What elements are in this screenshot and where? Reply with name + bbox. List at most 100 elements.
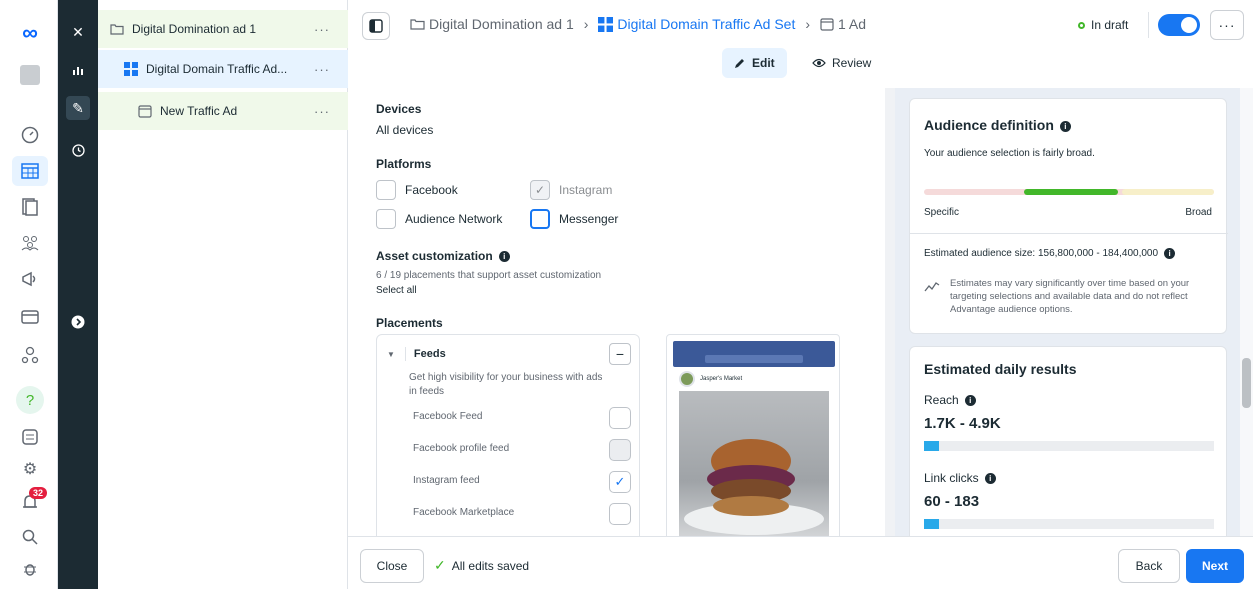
select-all-link[interactable]: Select all [376,285,417,296]
scrollbar[interactable] [1240,88,1253,536]
preview-avatar [679,371,695,387]
tree-item-campaign[interactable]: Digital Domination ad 1 ··· [98,10,348,48]
search-icon[interactable] [19,526,41,548]
placements-heading: Placements [376,316,443,330]
checkbox[interactable]: ✓ [530,180,550,200]
estimated-audience-size-text: Estimated audience size: 156,800,000 - 1… [924,248,1159,260]
history-clock-icon[interactable] [66,138,90,162]
deselect-group-button[interactable]: − [609,343,631,365]
checkbox[interactable] [376,180,396,200]
placement-checkbox[interactable] [609,503,631,525]
link-clicks-label: Link clicks [924,471,979,485]
dashboard-gauge-icon[interactable] [19,124,41,146]
info-icon[interactable]: i [1164,248,1176,259]
estimated-daily-results-card: Estimated daily results Reach i 1.7K - 4.… [909,346,1227,536]
info-icon[interactable]: i [964,395,976,407]
folder-icon [110,23,124,35]
campaign-megaphone-icon[interactable] [19,268,41,290]
close-icon[interactable]: ✕ [66,20,90,44]
ads-manager-table-icon[interactable] [12,156,48,186]
platform-messenger[interactable]: Messenger [530,209,618,229]
tab-edit[interactable]: Edit [722,48,787,78]
next-button[interactable]: Next [1186,549,1244,583]
tab-review[interactable]: Review [804,48,879,78]
expand-chevron-icon[interactable] [66,310,90,334]
ad-frame-icon [138,104,152,118]
help-question-icon[interactable]: ? [16,386,44,414]
settings-gear-icon[interactable]: ⚙ [19,458,41,480]
campaign-tree: Digital Domination ad 1 ··· Digital Doma… [98,0,348,589]
placement-checkbox[interactable] [609,439,631,461]
billing-card-icon[interactable] [19,306,41,328]
placement-checkbox[interactable] [609,407,631,429]
toggle-panel-button[interactable] [362,12,390,40]
breadcrumb-adset[interactable]: Digital Domain Traffic Ad Set [617,16,795,32]
ad-preview[interactable]: Jasper's Market [666,334,840,536]
back-button[interactable]: Back [1118,549,1180,583]
reporting-chart-icon[interactable] [66,58,90,82]
more-options-icon[interactable]: ··· [314,62,330,77]
reach-label: Reach [924,393,959,407]
placement-label: Facebook profile feed [413,443,510,454]
global-nav-rail: ∞ ? ⚙ 32 [0,0,58,589]
tree-item-label: Digital Domain Traffic Ad... [146,62,288,76]
preview-image [679,391,829,536]
tree-item-label: New Traffic Ad [160,104,238,118]
tab-edit-label: Edit [752,56,775,70]
breadcrumb-ad[interactable]: 1 Ad [838,16,866,32]
more-options-button[interactable]: ··· [1210,10,1244,40]
edit-pencil-icon[interactable]: ✎ [66,96,90,120]
pages-icon[interactable] [19,196,41,218]
platform-facebook[interactable]: Facebook [376,180,458,200]
placement-label: Instagram feed [413,475,480,486]
ad-frame-icon [820,17,834,31]
feeds-label: Feeds [413,348,446,360]
account-avatar[interactable] [19,64,41,86]
edit-pencil-icon [734,57,746,69]
breadcrumb: Digital Domination ad 1 › Digital Domain… [410,16,866,32]
link-clicks-progress-fill [924,519,939,529]
save-status-label: All edits saved [451,558,530,573]
feeds-header[interactable]: ▼ Feeds [387,347,446,361]
reach-heading: Reach i [924,393,976,407]
checkbox-label: Facebook [405,183,458,197]
meta-logo-icon[interactable]: ∞ [19,20,41,45]
audiences-icon[interactable] [19,232,41,254]
report-bug-icon[interactable] [19,558,41,580]
preview-app-bar [673,341,835,367]
asset-count: 6 / 19 placements that support asset cus… [376,270,602,281]
info-icon[interactable]: i [498,251,510,263]
breadcrumb-campaign[interactable]: Digital Domination ad 1 [429,16,574,32]
scrollbar-thumb[interactable] [1242,358,1251,408]
more-options-icon[interactable]: ··· [314,104,330,119]
platform-instagram[interactable]: ✓ Instagram [530,180,612,200]
editor-tool-rail: ✕ ✎ [58,0,98,589]
more-options-icon[interactable]: ··· [314,22,330,37]
asset-customization-label: Asset customization [376,249,493,263]
tree-item-ad[interactable]: New Traffic Ad ··· [98,92,348,130]
chevron-right-icon: › [583,16,589,32]
save-status: ✓ All edits saved [434,557,529,574]
divider [910,233,1228,234]
checkbox-label: Instagram [559,183,613,197]
tree-item-adset[interactable]: Digital Domain Traffic Ad... ··· [98,50,348,88]
audience-meter-indicator [1024,189,1118,195]
placement-checkbox[interactable]: ✓ [609,471,631,493]
notifications-list-icon[interactable] [19,426,41,448]
reach-value: 1.7K - 4.9K [924,415,1001,432]
checkbox[interactable] [376,209,396,229]
audience-meter-broad-segment [1122,189,1214,195]
info-icon[interactable]: i [984,473,996,485]
adset-grid-icon [124,62,138,76]
checkbox[interactable] [530,209,550,229]
platform-audience-network[interactable]: Audience Network [376,209,502,229]
business-settings-icon[interactable] [19,344,41,366]
close-button[interactable]: Close [360,549,424,583]
specific-label: Specific [924,207,960,218]
audience-breadth-meter [924,189,1214,195]
info-icon[interactable]: i [1059,120,1071,132]
daily-results-title: Estimated daily results [924,361,1077,377]
preview-page-name: Jasper's Market [700,376,743,382]
audience-definition-title: Audience definition [924,117,1054,133]
publish-toggle[interactable] [1158,14,1200,36]
